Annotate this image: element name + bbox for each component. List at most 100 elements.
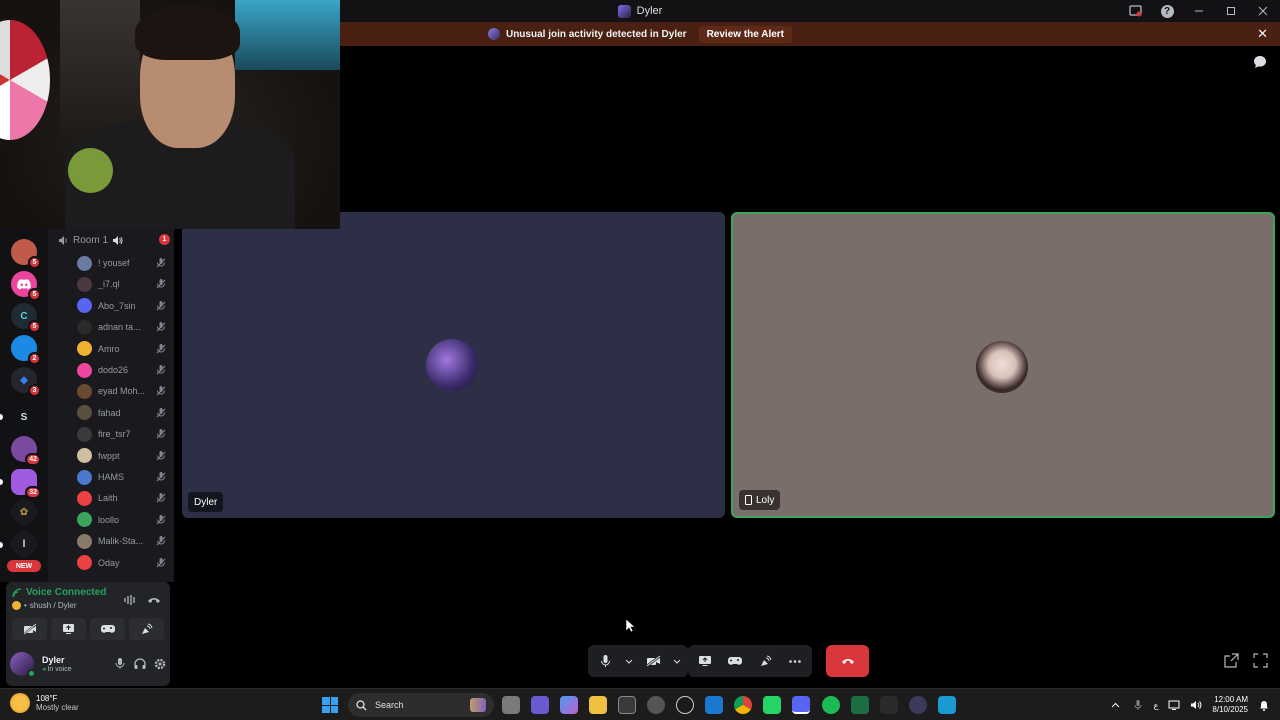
new-badge[interactable]: NEW bbox=[7, 560, 41, 572]
voice-location[interactable]: • shush / Dyler bbox=[12, 601, 77, 610]
call-action-controls bbox=[688, 645, 812, 677]
voice-member[interactable]: Laith bbox=[77, 489, 167, 507]
discord-taskbar-icon[interactable] bbox=[792, 696, 810, 714]
server-s[interactable]: S bbox=[11, 404, 37, 430]
server-avatar[interactable]: 5 bbox=[11, 239, 41, 269]
weather-widget[interactable]: 108°F Mostly clear bbox=[10, 693, 79, 713]
voice-member[interactable]: loollo bbox=[77, 511, 167, 529]
voice-member[interactable]: Malik-Sta... bbox=[77, 532, 167, 550]
notification-bell-icon[interactable] bbox=[1258, 699, 1270, 711]
store-icon[interactable] bbox=[618, 696, 636, 714]
mic-muted-icon bbox=[156, 322, 166, 332]
avatar bbox=[77, 512, 92, 528]
noise-suppression-icon[interactable] bbox=[122, 592, 138, 608]
taskbar-search[interactable]: Search bbox=[348, 693, 494, 717]
avatar bbox=[426, 339, 478, 391]
spotify-icon[interactable] bbox=[822, 696, 840, 714]
screen-share-button[interactable] bbox=[51, 618, 86, 640]
maximize-button[interactable] bbox=[1222, 2, 1240, 20]
help-icon[interactable]: ? bbox=[1158, 2, 1176, 20]
member-name: ! yousef bbox=[98, 258, 130, 268]
fullscreen-icon[interactable] bbox=[1253, 653, 1269, 669]
chevron-down-icon[interactable] bbox=[624, 650, 634, 672]
chrome-icon[interactable] bbox=[734, 696, 752, 714]
chat-icon[interactable] bbox=[1252, 54, 1268, 70]
steam-icon[interactable] bbox=[880, 696, 898, 714]
soundboard-button[interactable] bbox=[754, 650, 776, 672]
server-c[interactable]: C 5 bbox=[11, 303, 41, 333]
video-tile-dyler[interactable]: Dyler bbox=[182, 212, 725, 518]
voice-member[interactable]: eyad Moh... bbox=[77, 382, 167, 400]
video-tile-loly[interactable]: Loly bbox=[731, 212, 1275, 518]
settings-gear-icon[interactable] bbox=[154, 658, 166, 670]
volume-tray-icon[interactable] bbox=[1190, 699, 1202, 711]
microphone-button[interactable] bbox=[594, 650, 616, 672]
voice-member[interactable]: _i7.ql bbox=[77, 275, 167, 293]
server-plant[interactable]: ✿ bbox=[11, 499, 37, 525]
voice-channel-list: Room 1 1 ! yousef _i7.ql Abo_7sinadnan ta.… bbox=[48, 229, 174, 582]
server-gradient[interactable]: 32 bbox=[11, 469, 41, 499]
disconnect-icon[interactable] bbox=[146, 592, 162, 608]
copilot-icon[interactable] bbox=[560, 696, 578, 714]
teams-icon[interactable] bbox=[531, 696, 549, 714]
voice-member[interactable]: dodo26 bbox=[77, 361, 167, 379]
inbox-icon[interactable] bbox=[1126, 2, 1144, 20]
task-view-icon[interactable] bbox=[502, 696, 520, 714]
chevron-down-icon[interactable] bbox=[672, 650, 682, 672]
network-icon[interactable] bbox=[1168, 699, 1180, 711]
voice-channel-room[interactable]: Room 1 1 bbox=[58, 233, 170, 247]
mic-muted-icon bbox=[156, 450, 166, 461]
windows-start-icon[interactable] bbox=[322, 697, 338, 713]
mic-muted-icon bbox=[156, 514, 166, 525]
avatar bbox=[77, 555, 92, 571]
search-highlight-icon bbox=[470, 698, 486, 712]
voice-member[interactable]: Abo_7sin bbox=[77, 297, 167, 315]
review-alert-button[interactable]: Review the Alert bbox=[698, 25, 793, 43]
windows-taskbar: 108°F Mostly clear Search ع 12:00 AM 8/1… bbox=[0, 688, 1280, 720]
camera-off-button[interactable] bbox=[12, 618, 47, 640]
whatsapp-icon[interactable] bbox=[763, 696, 781, 714]
camera-off-button[interactable] bbox=[642, 650, 664, 672]
server-group[interactable]: 42 bbox=[11, 436, 41, 466]
app-icon[interactable] bbox=[647, 696, 665, 714]
microphone-tray-icon[interactable] bbox=[1132, 699, 1144, 711]
voice-member[interactable]: fahad bbox=[77, 404, 167, 422]
outlook-icon[interactable] bbox=[705, 696, 723, 714]
activity-button[interactable] bbox=[90, 618, 125, 640]
server-diamond[interactable]: ◆ 3 bbox=[11, 367, 41, 397]
screen-share-button[interactable] bbox=[694, 650, 716, 672]
more-options-icon[interactable] bbox=[784, 650, 806, 672]
voice-connected-status[interactable]: Voice Connected bbox=[12, 587, 106, 598]
excel-icon[interactable] bbox=[851, 696, 869, 714]
app-icon[interactable] bbox=[938, 696, 956, 714]
voice-member[interactable]: adnan ta... bbox=[77, 318, 167, 336]
mic-muted-icon bbox=[156, 407, 166, 418]
server-l[interactable]: l bbox=[11, 531, 37, 557]
app-icon[interactable] bbox=[909, 696, 927, 714]
voice-member[interactable]: HAMS bbox=[77, 468, 167, 486]
activity-button[interactable] bbox=[724, 650, 746, 672]
server-cube[interactable]: 2 bbox=[11, 335, 41, 365]
voice-member[interactable]: fire_tsr7 bbox=[77, 425, 167, 443]
minimize-button[interactable] bbox=[1190, 2, 1208, 20]
voice-member[interactable]: Amro bbox=[77, 340, 167, 358]
pop-out-icon[interactable] bbox=[1224, 653, 1240, 669]
server-discord[interactable]: 5 bbox=[11, 271, 41, 301]
avatar[interactable] bbox=[10, 652, 36, 678]
avatar bbox=[77, 490, 92, 506]
voice-member[interactable]: fwppt bbox=[77, 447, 167, 465]
taskbar-clock[interactable]: 12:00 AM 8/10/2025 bbox=[1212, 695, 1248, 715]
end-call-button[interactable] bbox=[826, 645, 869, 677]
microphone-icon[interactable] bbox=[114, 658, 126, 670]
soundboard-button[interactable] bbox=[129, 618, 164, 640]
voice-member[interactable]: Oday bbox=[77, 554, 167, 572]
file-explorer-icon[interactable] bbox=[589, 696, 607, 714]
member-name: dodo26 bbox=[98, 365, 129, 375]
close-icon[interactable]: ✕ bbox=[1257, 26, 1268, 42]
app-icon[interactable] bbox=[676, 696, 694, 714]
voice-member[interactable]: ! yousef bbox=[77, 254, 167, 272]
input-language[interactable]: ع bbox=[1154, 701, 1159, 710]
close-window-button[interactable] bbox=[1254, 2, 1272, 20]
headphones-icon[interactable] bbox=[134, 658, 146, 670]
chevron-up-icon[interactable] bbox=[1110, 699, 1122, 711]
